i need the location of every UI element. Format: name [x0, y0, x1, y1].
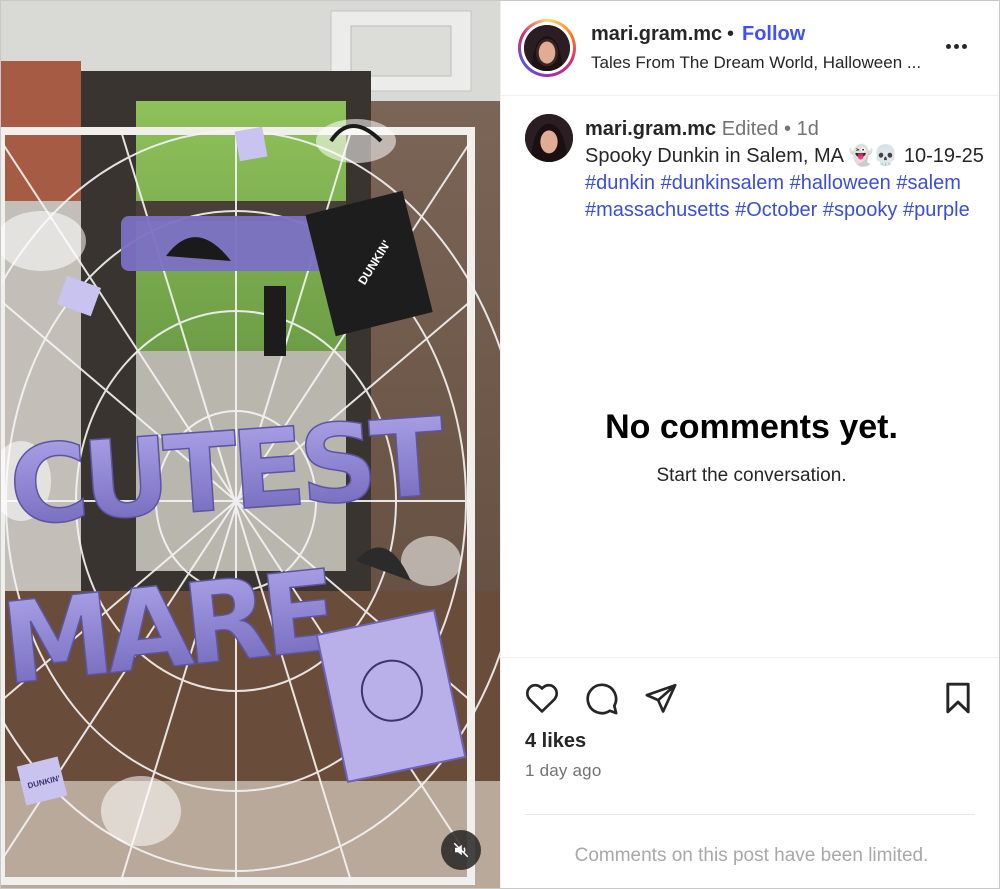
send-icon	[645, 683, 677, 713]
like-button[interactable]	[525, 682, 559, 719]
header-separator: •	[727, 23, 735, 45]
caption-separator: •	[784, 118, 792, 140]
caption-username[interactable]: mari.gram.mc	[585, 118, 716, 140]
volume-muted-icon	[453, 842, 469, 858]
caption-body: Spooky Dunkin in Salem, MA 👻💀 10-19-25	[585, 145, 984, 167]
post-details-panel: mari.gram.mc • Follow Tales From The Dre…	[500, 1, 999, 888]
comment-icon	[586, 683, 618, 715]
save-button[interactable]	[943, 682, 973, 719]
bookmark-icon	[946, 682, 970, 714]
post-photo: DUNKIN' CUTEST MARE DUNKIN'	[1, 1, 500, 888]
share-button[interactable]	[644, 682, 678, 719]
follow-button[interactable]: Follow	[742, 23, 805, 46]
hashtag-link[interactable]: #spooky	[823, 199, 898, 221]
hashtag-link[interactable]: #dunkin	[585, 172, 655, 194]
avatar	[524, 25, 570, 71]
hashtag-link[interactable]: #salem	[896, 172, 960, 194]
divider	[525, 814, 975, 815]
hashtag-link[interactable]: #massachusetts	[585, 199, 730, 221]
comment-button[interactable]	[585, 682, 619, 721]
hashtag-link[interactable]: #October	[735, 199, 817, 221]
comments-limited-notice: Comments on this post have been limited.	[574, 845, 929, 866]
empty-comments-subtitle: Start the conversation.	[656, 465, 847, 486]
more-horizontal-icon	[945, 43, 951, 49]
hashtag-link[interactable]: #halloween	[790, 172, 891, 194]
more-dot	[953, 43, 959, 49]
audio-subtitle[interactable]: Tales From The Dream World, Halloween ..…	[591, 53, 921, 73]
heart-icon	[525, 683, 559, 713]
post-timestamp: 1 day ago	[525, 761, 602, 780]
more-options-button[interactable]	[941, 31, 971, 61]
caption-time: 1d	[796, 118, 819, 140]
header-username[interactable]: mari.gram.mc	[591, 23, 722, 46]
likes-count[interactable]: 4 likes	[525, 730, 586, 753]
story-ring-avatar[interactable]	[518, 19, 576, 77]
empty-comments-title: No comments yet.	[605, 408, 898, 446]
instagram-post-window: DUNKIN' CUTEST MARE DUNKIN' mari.gram.mc…	[0, 0, 1000, 889]
caption-edited: Edited	[721, 118, 779, 140]
mute-toggle-button[interactable]	[441, 830, 481, 870]
post-header: mari.gram.mc • Follow Tales From The Dre…	[501, 1, 999, 96]
caption-avatar[interactable]	[525, 114, 573, 162]
post-media[interactable]: DUNKIN' CUTEST MARE DUNKIN'	[1, 1, 500, 888]
more-dot	[961, 43, 967, 49]
action-bar: 4 likes 1 day ago Comments on this post …	[501, 657, 999, 887]
empty-comments: No comments yet. Start the conversation.	[501, 408, 999, 487]
hashtag-link[interactable]: #purple	[903, 199, 970, 221]
hashtag-link[interactable]: #dunkinsalem	[661, 172, 784, 194]
caption-text-block: mari.gram.mc Edited • 1d Spooky Dunkin i…	[585, 116, 985, 224]
